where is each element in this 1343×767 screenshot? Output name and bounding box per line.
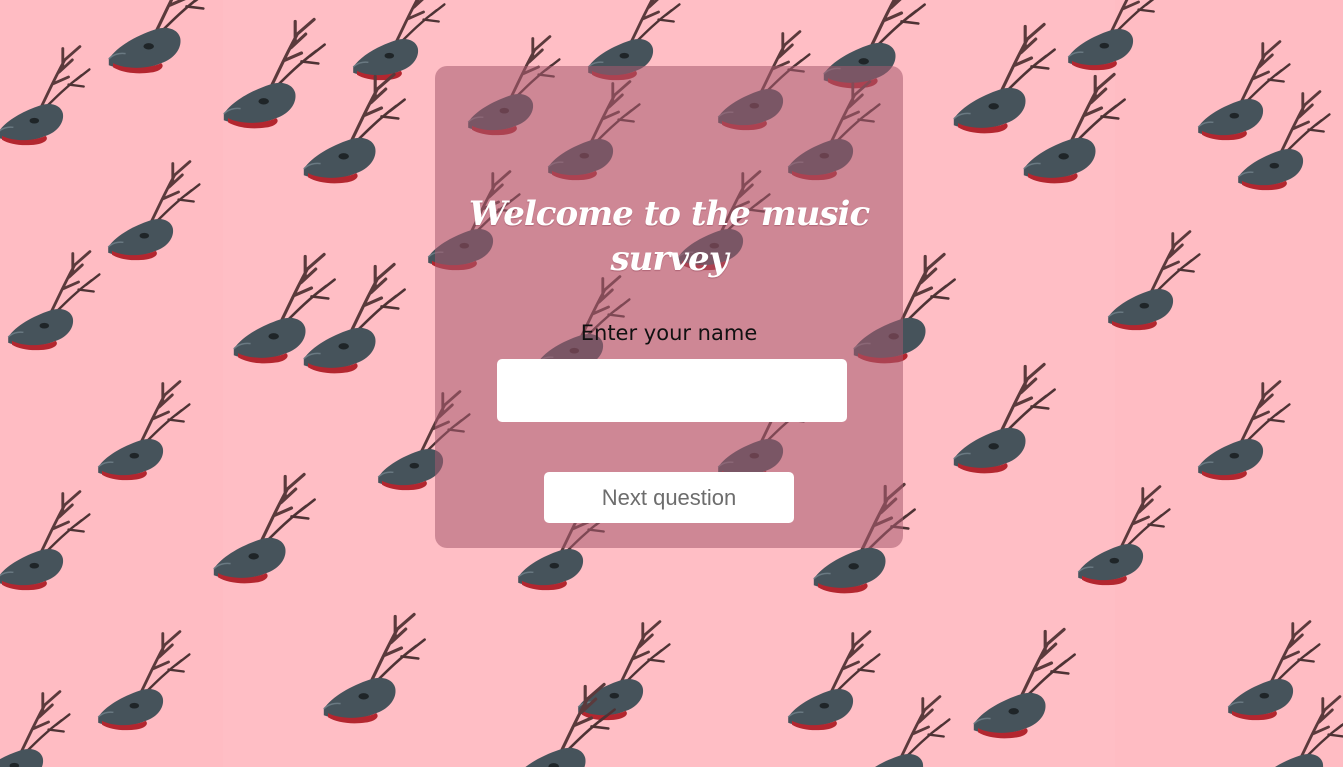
next-question-button[interactable]: Next question: [544, 472, 794, 523]
name-label: Enter your name: [580, 321, 758, 345]
title-line: survey: [610, 239, 729, 279]
survey-card: Welcome to the music survey Enter your n…: [435, 66, 903, 548]
name-input[interactable]: [497, 359, 847, 422]
page-title: Welcome to the music survey: [435, 194, 903, 330]
